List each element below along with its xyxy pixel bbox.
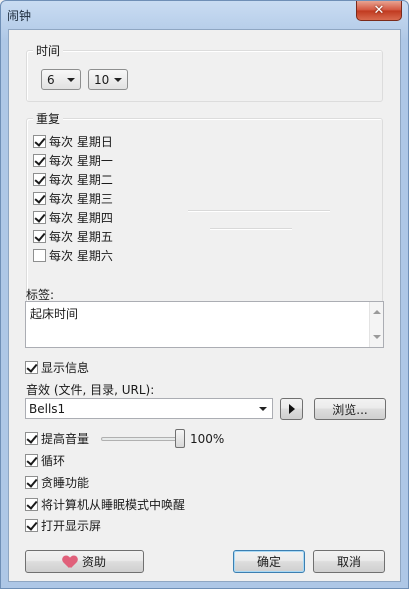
cancel-label: 取消 <box>336 555 361 569</box>
loop-checkbox[interactable] <box>25 454 38 467</box>
donate-label: 资助 <box>81 555 106 569</box>
volume-option[interactable]: 提高音量 <box>25 430 89 447</box>
volume-value: 100% <box>190 432 225 446</box>
snooze-option[interactable]: 贪睡功能 <box>25 474 89 491</box>
display-on-option[interactable]: 打开显示屏 <box>25 517 101 534</box>
donate-button[interactable]: 资助 <box>25 550 144 573</box>
heart-icon <box>63 556 77 568</box>
volume-checkbox[interactable] <box>25 432 38 445</box>
scroll-down-icon[interactable] <box>373 335 381 339</box>
repeat-day-label: 每次 星期五 <box>49 230 113 244</box>
snooze-checkbox[interactable] <box>25 476 38 489</box>
repeat-day-checkbox[interactable] <box>33 211 46 224</box>
window-title: 闹钟 <box>7 8 32 23</box>
browse-button[interactable]: 浏览... <box>314 398 386 420</box>
close-icon: ✕ <box>373 3 385 18</box>
play-icon <box>288 404 295 414</box>
tag-textarea[interactable]: 起床时间 <box>25 301 384 348</box>
wake-checkbox[interactable] <box>25 498 38 511</box>
show-message-label: 显示信息 <box>41 361 90 375</box>
volume-slider-thumb[interactable] <box>175 429 185 448</box>
chevron-down-icon <box>114 78 122 82</box>
repeat-day-option[interactable]: 每次 星期四 <box>33 209 113 226</box>
repeat-day-label: 每次 星期六 <box>49 249 113 263</box>
repeat-day-option[interactable]: 每次 星期三 <box>33 190 113 207</box>
repeat-day-label: 每次 星期一 <box>49 154 113 168</box>
display-on-checkbox[interactable] <box>25 519 38 532</box>
sound-value: Bells1 <box>29 401 66 416</box>
textarea-scrollbar[interactable] <box>369 302 383 347</box>
divider <box>210 228 292 230</box>
chevron-down-icon <box>259 407 267 411</box>
sound-label: 音效 (文件, 目录, URL): <box>26 383 155 397</box>
loop-option[interactable]: 循环 <box>25 452 65 469</box>
repeat-day-label: 每次 星期二 <box>49 173 113 187</box>
tag-value: 起床时间 <box>30 307 79 321</box>
repeat-day-option[interactable]: 每次 星期日 <box>33 133 113 150</box>
wake-label: 将计算机从睡眠模式中唤醒 <box>41 498 186 512</box>
repeat-day-option[interactable]: 每次 星期二 <box>33 171 113 188</box>
repeat-day-checkbox[interactable] <box>33 192 46 205</box>
divider <box>188 210 330 212</box>
repeat-group: 重复 每次 星期日 每次 星期一 每次 星期二 每次 星期三 每次 星期四 每次 星期五每… <box>26 110 383 304</box>
loop-label: 循环 <box>41 454 66 468</box>
repeat-day-label: 每次 星期日 <box>49 135 113 149</box>
time-group: 时间 6 10 <box>26 42 383 102</box>
ok-button[interactable]: 确定 <box>233 550 305 573</box>
close-button[interactable]: ✕ <box>356 1 402 21</box>
alarm-window: 闹钟 ✕ 时间 6 10 重复 每次 星期日 每次 星期一 每次 星期二 每次 星期三… <box>0 0 409 589</box>
display-on-label: 打开显示屏 <box>41 519 102 533</box>
chevron-down-icon <box>67 78 75 82</box>
volume-label: 提高音量 <box>41 432 90 446</box>
repeat-day-label: 每次 星期三 <box>49 192 113 206</box>
repeat-day-option[interactable]: 每次 星期一 <box>33 152 113 169</box>
dialog-body: 时间 6 10 重复 每次 星期日 每次 星期一 每次 星期二 每次 星期三 每次 星期… <box>8 29 401 582</box>
time-group-label: 时间 <box>33 42 64 59</box>
minute-value: 10 <box>94 72 110 87</box>
sound-combo[interactable]: Bells1 <box>25 398 273 419</box>
scroll-up-icon[interactable] <box>373 310 381 314</box>
repeat-day-checkbox[interactable] <box>33 154 46 167</box>
ok-label: 确定 <box>256 555 281 569</box>
minute-select[interactable]: 10 <box>88 69 128 90</box>
title-bar: 闹钟 <box>1 1 408 29</box>
repeat-day-checkbox[interactable] <box>33 173 46 186</box>
browse-label: 浏览... <box>332 402 368 417</box>
play-sound-button[interactable] <box>280 398 303 420</box>
repeat-day-checkbox[interactable] <box>33 135 46 148</box>
repeat-day-option[interactable]: 每次 星期六 <box>33 247 113 264</box>
repeat-group-label: 重复 <box>33 110 64 127</box>
snooze-label: 贪睡功能 <box>41 476 90 490</box>
show-message-checkbox[interactable] <box>25 361 38 374</box>
hour-value: 6 <box>47 72 55 87</box>
volume-slider-track[interactable] <box>101 437 185 441</box>
repeat-day-checkbox[interactable] <box>33 230 46 243</box>
repeat-day-label: 每次 星期四 <box>49 211 113 225</box>
hour-select[interactable]: 6 <box>41 69 81 90</box>
show-message-option[interactable]: 显示信息 <box>25 359 89 376</box>
cancel-button[interactable]: 取消 <box>313 550 385 573</box>
wake-option[interactable]: 将计算机从睡眠模式中唤醒 <box>25 496 185 513</box>
repeat-day-option[interactable]: 每次 星期五 <box>33 228 113 245</box>
repeat-day-checkbox[interactable] <box>33 249 46 262</box>
